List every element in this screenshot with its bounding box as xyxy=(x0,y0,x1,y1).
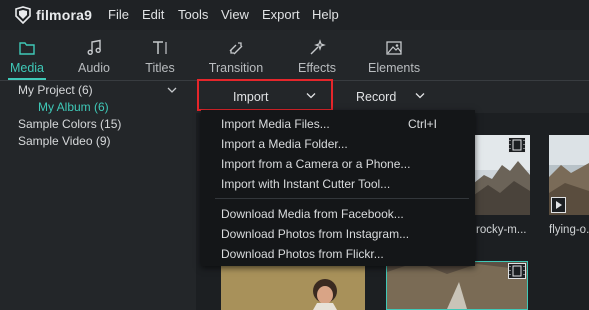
menu-bar: filmora9 File Edit Tools View Export Hel… xyxy=(0,0,589,30)
shortcut-label: Ctrl+I xyxy=(408,117,438,131)
import-highlight-box xyxy=(197,79,333,111)
menu-separator xyxy=(215,198,469,199)
sidebar-item-sample-video[interactable]: Sample Video (9) xyxy=(18,134,111,148)
tab-titles[interactable]: Titles xyxy=(138,30,182,80)
menu-item-import-instant-cutter[interactable]: Import with Instant Cutter Tool... xyxy=(221,177,390,191)
media-thumbnail-portrait[interactable] xyxy=(221,261,365,310)
tab-media-label: Media xyxy=(9,61,45,75)
app-logo: filmora9 xyxy=(14,6,92,24)
tab-media[interactable]: Media xyxy=(4,30,50,80)
media-thumbnail-label: flying-o... xyxy=(549,224,589,236)
menu-edit[interactable]: Edit xyxy=(142,7,164,22)
tab-audio-label: Audio xyxy=(78,61,110,75)
menu-item-import-media-files[interactable]: Import Media Files... xyxy=(221,117,330,131)
media-thumbnail-label: rocky-m... xyxy=(476,224,527,236)
sidebar-item-sample-colors[interactable]: Sample Colors (15) xyxy=(18,117,121,131)
video-play-icon xyxy=(551,197,566,213)
menu-export[interactable]: Export xyxy=(262,7,300,22)
tab-effects-label: Effects xyxy=(298,61,336,75)
app-logo-text: filmora9 xyxy=(36,7,93,23)
chevron-down-icon[interactable] xyxy=(167,86,177,94)
menu-item-import-media-folder[interactable]: Import a Media Folder... xyxy=(221,137,348,151)
menu-item-import-from-camera[interactable]: Import from a Camera or a Phone... xyxy=(221,157,410,171)
image-icon xyxy=(386,41,402,55)
media-library-sidebar xyxy=(0,81,190,310)
tab-audio[interactable]: Audio xyxy=(72,30,116,80)
tab-effects[interactable]: Effects xyxy=(294,30,340,80)
import-dropdown-menu: Import Media Files... Ctrl+I Import a Me… xyxy=(201,110,475,266)
record-button[interactable]: Record xyxy=(356,90,396,104)
menu-file[interactable]: File xyxy=(108,7,129,22)
tab-elements-label: Elements xyxy=(368,61,421,75)
tab-transition[interactable]: Transition xyxy=(206,30,266,80)
music-note-icon xyxy=(87,39,101,56)
folder-icon xyxy=(19,42,35,55)
sidebar-item-my-album[interactable]: My Album (6) xyxy=(38,100,109,114)
menu-tools[interactable]: Tools xyxy=(178,7,208,22)
tab-elements[interactable]: Elements xyxy=(368,30,420,80)
tab-titles-label: Titles xyxy=(145,61,175,75)
effects-sparkle-icon xyxy=(310,39,326,55)
media-thumbnail-valley[interactable] xyxy=(386,261,528,310)
menu-view[interactable]: View xyxy=(221,7,249,22)
video-clip-icon xyxy=(508,137,526,153)
active-tab-indicator xyxy=(8,78,46,80)
video-clip-icon xyxy=(508,263,526,279)
portrait-image xyxy=(221,261,365,310)
sidebar-item-my-project[interactable]: My Project (6) xyxy=(18,83,93,97)
filmora-logo-icon xyxy=(15,6,31,24)
tab-transition-label: Transition xyxy=(208,61,264,75)
menu-help[interactable]: Help xyxy=(312,7,339,22)
module-tab-bar: Media Audio Titles Transition Effects El… xyxy=(0,30,589,81)
valley-image xyxy=(387,262,527,309)
transition-icon xyxy=(229,42,243,55)
menu-item-download-instagram[interactable]: Download Photos from Instagram... xyxy=(221,227,409,241)
menu-item-download-facebook[interactable]: Download Media from Facebook... xyxy=(221,207,404,221)
text-icon xyxy=(153,41,167,54)
menu-item-download-flickr[interactable]: Download Photos from Flickr... xyxy=(221,247,384,261)
record-chevron-down-icon[interactable] xyxy=(415,92,425,99)
